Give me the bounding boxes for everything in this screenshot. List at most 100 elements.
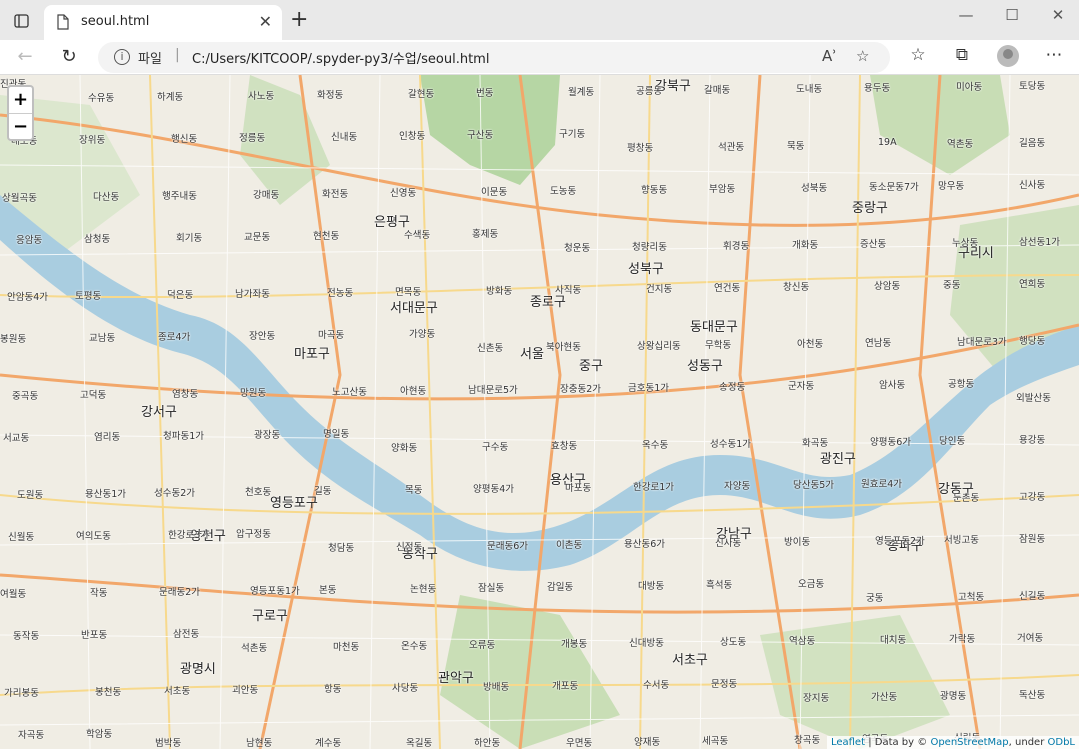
- area-label: 양재동: [634, 737, 661, 748]
- tab-actions-icon[interactable]: [8, 8, 34, 34]
- maximize-button[interactable]: ☐: [998, 6, 1026, 30]
- area-label: 가산동: [871, 692, 898, 703]
- area-label: 염창동: [172, 389, 199, 400]
- close-window-button[interactable]: ✕: [1044, 6, 1072, 30]
- area-label: 효창동: [551, 441, 578, 452]
- area-label: 방배동: [483, 682, 510, 693]
- area-label: 토당동: [1019, 81, 1046, 92]
- district-label: 광명시: [180, 662, 216, 677]
- area-label: 신대방동: [629, 638, 664, 649]
- area-label: 건지동: [646, 284, 673, 295]
- info-icon[interactable]: i: [114, 49, 130, 65]
- area-label: 덕은동: [167, 290, 194, 301]
- area-label: 갈현동: [408, 89, 435, 100]
- area-label: 화곡동: [802, 438, 829, 449]
- osm-link[interactable]: OpenStreetMap: [930, 737, 1008, 748]
- district-label: 서울: [520, 347, 544, 362]
- area-label: 월계동: [568, 87, 595, 98]
- area-label: 용산동1가: [85, 489, 127, 500]
- area-label: 평창동: [627, 143, 654, 154]
- area-label: 성북동: [801, 183, 828, 194]
- address-scheme: 파일: [138, 52, 162, 67]
- address-url[interactable]: C:/Users/KITCOOP/.spyder-py3/수업/seoul.ht…: [192, 48, 489, 67]
- zoom-in-button[interactable]: +: [9, 87, 32, 113]
- area-label: 현천동: [313, 231, 340, 242]
- area-label: 길음동: [1019, 138, 1046, 149]
- district-label: 성북구: [628, 262, 664, 277]
- district-label: 서초구: [672, 653, 708, 668]
- area-label: 양평동6가: [870, 437, 912, 448]
- new-tab-button[interactable]: +: [290, 7, 308, 32]
- area-label: 연희동: [1019, 279, 1046, 290]
- area-label: 상도동: [720, 637, 747, 648]
- area-label: 대치동: [880, 635, 907, 646]
- area-label: 마곡동: [318, 330, 345, 341]
- area-label: 노고산동: [332, 387, 367, 398]
- area-label: 고덕동: [80, 390, 107, 401]
- area-label: 중곡동: [12, 391, 39, 402]
- area-label: 마천동: [333, 642, 360, 653]
- more-icon[interactable]: ⋯: [1042, 45, 1066, 69]
- area-label: 문래동2가: [159, 587, 201, 598]
- odbl-link[interactable]: ODbL: [1048, 737, 1076, 748]
- district-label: 마포구: [294, 347, 330, 362]
- area-label: 가양동: [409, 329, 436, 340]
- area-label: 공릉동: [636, 86, 663, 97]
- favorites-icon[interactable]: ☆: [906, 45, 930, 69]
- leaflet-link[interactable]: Leaflet: [831, 737, 865, 748]
- area-label: 봉천동: [95, 687, 122, 698]
- toolbar: ← ↻ i 파일 | C:/Users/KITCOOP/.spyder-py3/…: [0, 40, 1079, 75]
- collections-icon[interactable]: ⧉: [950, 45, 974, 69]
- attribution-text: | Data by ©: [868, 737, 928, 748]
- zoom-out-button[interactable]: −: [9, 113, 32, 139]
- area-label: 삼선동1가: [1019, 237, 1061, 248]
- area-label: 창곡동: [794, 735, 821, 746]
- area-label: 중동: [943, 280, 961, 291]
- area-label: 옥길동: [406, 738, 433, 749]
- area-label: 길동: [314, 486, 332, 497]
- area-label: 아천동: [797, 339, 824, 350]
- area-label: 아현동: [400, 386, 427, 397]
- area-label: 문정동: [711, 679, 738, 690]
- area-label: 방이동: [784, 537, 811, 548]
- area-label: 이문동: [481, 187, 508, 198]
- area-label: 신사동: [1019, 180, 1046, 191]
- address-bar[interactable]: i 파일 | C:/Users/KITCOOP/.spyder-py3/수업/s…: [98, 42, 890, 73]
- avatar[interactable]: [997, 45, 1019, 67]
- back-icon[interactable]: ←: [13, 46, 37, 70]
- area-label: 신정동: [396, 542, 423, 553]
- area-label: 구산동: [467, 130, 494, 141]
- area-label: 명일동: [323, 429, 350, 440]
- area-label: 잠실동: [478, 583, 505, 594]
- area-label: 수색동: [404, 230, 431, 241]
- map[interactable]: 강북구 은평구 종로구 서대문구 마포구 서울 중구 동대문구 성북구 중랑구 구리시 성동구 강서구 용…: [0, 75, 1079, 749]
- area-label: 동소문동7가: [869, 182, 919, 193]
- area-label: 화전동: [322, 189, 349, 200]
- area-label: 오류동: [469, 640, 496, 651]
- area-label: 거여동: [1017, 633, 1044, 644]
- area-label: 항동: [324, 684, 342, 695]
- area-label: 회기동: [176, 233, 203, 244]
- area-label: 도원동: [17, 490, 44, 501]
- area-label: 공항동: [948, 379, 975, 390]
- area-label: 용산동6가: [624, 539, 666, 550]
- document-icon: [57, 14, 69, 30]
- area-label: 광장동: [254, 430, 281, 441]
- area-label: 교남동: [89, 333, 116, 344]
- minimize-button[interactable]: —: [952, 6, 980, 30]
- area-label: 흑석동: [706, 580, 733, 591]
- area-label: 방화동: [486, 286, 513, 297]
- area-label: 남대문로5가: [468, 385, 518, 396]
- area-label: 창신동: [783, 282, 810, 293]
- area-label: 군자동: [788, 381, 815, 392]
- add-favorite-icon[interactable]: ☆: [856, 47, 869, 65]
- area-label: 한강로3가: [168, 530, 210, 541]
- area-label: 상월곡동: [2, 193, 37, 204]
- close-tab-icon[interactable]: ✕: [259, 12, 272, 31]
- refresh-icon[interactable]: ↻: [57, 46, 81, 70]
- read-aloud-icon[interactable]: Aʾ: [822, 47, 837, 65]
- area-label: 학암동: [86, 729, 113, 740]
- tab-seoul[interactable]: seoul.html ✕: [44, 5, 282, 40]
- area-label: 남가좌동: [235, 289, 270, 300]
- area-label: 구기동: [559, 129, 586, 140]
